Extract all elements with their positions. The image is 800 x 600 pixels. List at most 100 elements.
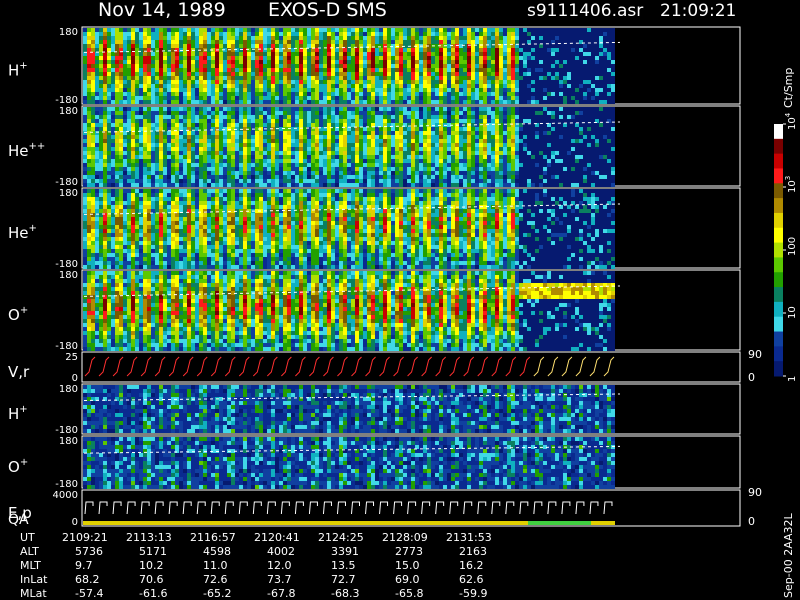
heat-cell <box>187 56 191 60</box>
heat-cell <box>363 96 367 100</box>
heat-cell <box>519 64 523 68</box>
heat-cell <box>291 179 295 183</box>
heat-cell <box>195 28 199 32</box>
heat-cell <box>359 107 363 111</box>
heat-cell <box>471 171 475 175</box>
heat-cell <box>135 64 139 68</box>
heat-cell <box>239 56 243 60</box>
heat-cell <box>87 92 91 96</box>
heat-cell <box>423 80 427 84</box>
heat-cell <box>535 32 539 36</box>
heat-cell <box>511 48 515 52</box>
heat-cell <box>563 111 567 115</box>
heat-cell <box>563 175 567 179</box>
heat-cell <box>355 80 359 84</box>
heat-cell <box>495 76 499 80</box>
heat-cell <box>351 163 355 167</box>
heat-cell <box>95 179 99 183</box>
heat-cell <box>319 183 323 187</box>
heat-cell <box>275 143 279 147</box>
heat-cell <box>607 52 611 56</box>
heat-cell <box>127 119 131 123</box>
heat-cell <box>367 163 371 167</box>
heat-cell <box>359 72 363 76</box>
heat-cell <box>399 155 403 159</box>
heat-cell <box>379 151 383 155</box>
heat-cell <box>107 127 111 131</box>
heat-cell <box>287 107 291 111</box>
heat-cell <box>379 155 383 159</box>
heat-cell <box>187 147 191 151</box>
heat-cell <box>483 40 487 44</box>
heat-cell <box>359 36 363 40</box>
heat-cell <box>339 155 343 159</box>
heat-cell <box>447 48 451 52</box>
heat-cell <box>371 72 375 76</box>
heat-cell <box>343 159 347 163</box>
heat-cell <box>327 183 331 187</box>
heat-cell <box>555 72 559 76</box>
heat-cell <box>287 64 291 68</box>
heat-cell <box>551 88 555 92</box>
heat-cell <box>279 155 283 159</box>
heat-cell <box>267 96 271 100</box>
heat-cell <box>439 80 443 84</box>
heat-cell <box>371 84 375 88</box>
heat-cell <box>439 48 443 52</box>
heat-cell <box>507 60 511 64</box>
heat-cell <box>95 28 99 32</box>
heat-cell <box>423 111 427 115</box>
heat-cell <box>503 159 507 163</box>
heat-cell <box>487 135 491 139</box>
heat-cell <box>119 32 123 36</box>
heat-cell <box>403 111 407 115</box>
heat-cell <box>255 119 259 123</box>
heat-cell <box>171 171 175 175</box>
heat-cell <box>439 131 443 135</box>
heat-cell <box>419 147 423 151</box>
heat-cell <box>407 179 411 183</box>
heat-cell <box>203 32 207 36</box>
heat-cell <box>571 143 575 147</box>
heat-cell <box>475 155 479 159</box>
heat-cell <box>139 52 143 56</box>
heat-cell <box>423 131 427 135</box>
heat-cell <box>131 64 135 68</box>
heat-cell <box>347 151 351 155</box>
heat-cell <box>463 183 467 187</box>
heat-cell <box>419 36 423 40</box>
heat-cell <box>367 48 371 52</box>
heat-cell <box>291 64 295 68</box>
heat-cell <box>567 127 571 131</box>
heat-cell <box>523 92 527 96</box>
heat-cell <box>379 64 383 68</box>
heat-cell <box>115 40 119 44</box>
heat-cell <box>199 40 203 44</box>
heat-cell <box>199 107 203 111</box>
heat-cell <box>291 151 295 155</box>
heat-cell <box>435 127 439 131</box>
heat-cell <box>479 119 483 123</box>
heat-cell <box>399 179 403 183</box>
heat-cell <box>215 72 219 76</box>
heat-cell <box>163 100 167 104</box>
heat-cell <box>419 155 423 159</box>
heat-cell <box>407 163 411 167</box>
heat-cell <box>315 131 319 135</box>
heat-cell <box>191 163 195 167</box>
heat-cell <box>235 28 239 32</box>
heat-cell <box>547 135 551 139</box>
heat-cell <box>335 175 339 179</box>
heat-cell <box>563 147 567 151</box>
heat-cell <box>155 56 159 60</box>
heat-cell <box>571 28 575 32</box>
heat-cell <box>315 88 319 92</box>
heat-cell <box>251 107 255 111</box>
heat-cell <box>119 159 123 163</box>
heat-cell <box>159 100 163 104</box>
heat-cell <box>199 179 203 183</box>
heat-cell <box>247 32 251 36</box>
heat-cell <box>191 100 195 104</box>
heat-cell <box>583 92 587 96</box>
heat-cell <box>315 175 319 179</box>
